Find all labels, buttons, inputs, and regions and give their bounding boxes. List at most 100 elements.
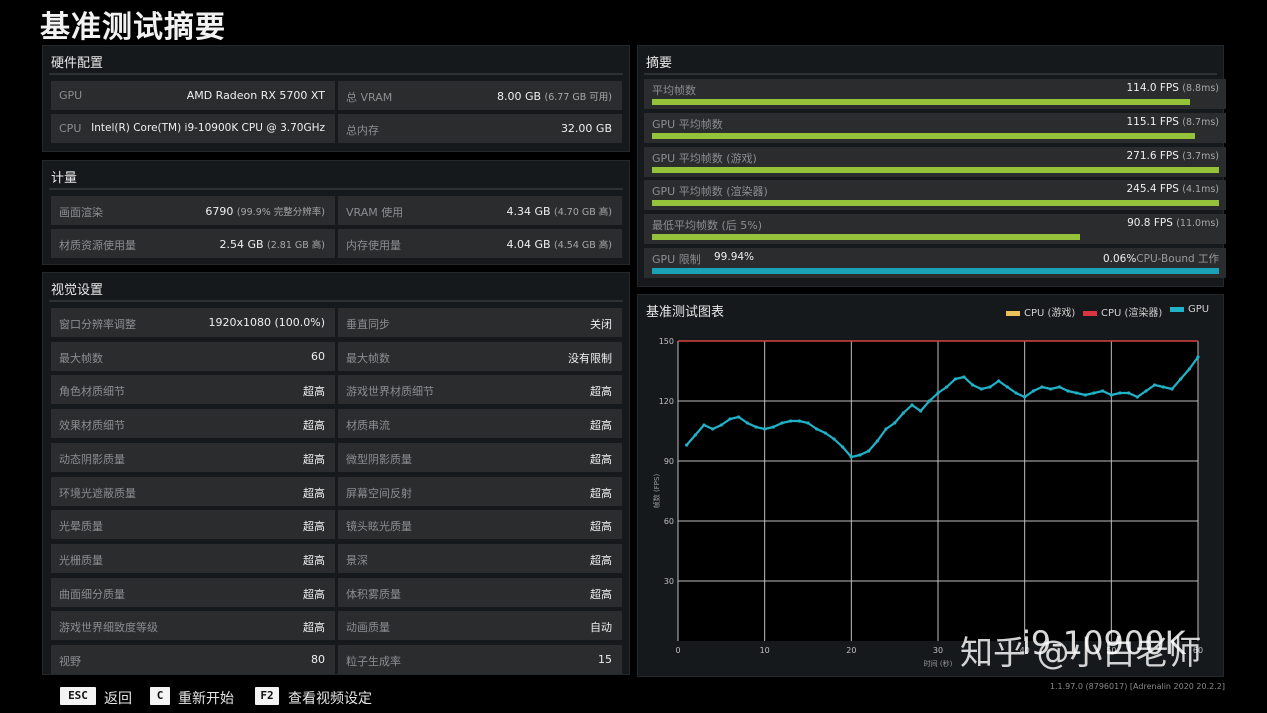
summary-bar-track bbox=[652, 200, 1219, 207]
gpu-data-point bbox=[1101, 389, 1105, 393]
view-video-settings-button[interactable]: 查看视频设定 bbox=[288, 688, 372, 708]
gpu-limit-pct: 99.94% bbox=[714, 251, 755, 263]
gpu-data-point bbox=[1031, 389, 1035, 393]
gpu-data-point bbox=[1057, 385, 1061, 389]
vram-usage-sub: (4.70 GB 高) bbox=[554, 207, 612, 218]
y-axis-label: 帧数 (FPS) bbox=[652, 474, 661, 509]
setting-row: 微型阴影质量 超高 bbox=[338, 442, 622, 472]
memory-usage-sub: (4.54 GB 高) bbox=[554, 240, 612, 251]
watermark-overlay: i9-10900K bbox=[1022, 624, 1186, 662]
gpu-limit-row: GPU 限制 99.94% 0.06%CPU-Bound 工作 bbox=[644, 248, 1226, 278]
render-label: 画面渲染 bbox=[59, 206, 103, 219]
vram-usage-cell: VRAM 使用 4.34 GB (4.70 GB 高) bbox=[338, 196, 622, 225]
setting-row: 光栅质量 超高 bbox=[51, 543, 335, 573]
summary-panel: 摘要 平均帧数 114.0 FPS (8.8ms) GPU 平均帧数 115.1 FP… bbox=[637, 45, 1226, 287]
summary-bar-fill bbox=[652, 200, 1219, 207]
summary-value-group: 114.0 FPS (8.8ms) bbox=[1126, 82, 1219, 94]
summary-bar-track bbox=[652, 234, 1219, 241]
summary-bar-track bbox=[652, 99, 1219, 105]
setting-label: 屏幕空间反射 bbox=[346, 486, 412, 500]
back-button[interactable]: 返回 bbox=[104, 688, 132, 708]
setting-label: 景深 bbox=[346, 553, 368, 567]
gpu-data-point bbox=[693, 433, 697, 437]
vram-sub: (6.77 GB 可用) bbox=[544, 92, 612, 103]
gpu-data-point bbox=[910, 403, 914, 407]
gpu-data-point bbox=[1049, 387, 1053, 391]
setting-label: 动画质量 bbox=[346, 621, 390, 635]
setting-value: 超高 bbox=[590, 553, 612, 567]
summary-value-group: 115.1 FPS (8.7ms) bbox=[1126, 116, 1219, 128]
setting-row: 曲面细分质量 超高 bbox=[51, 577, 335, 607]
summary-sub: (4.1ms) bbox=[1182, 184, 1219, 196]
gpu-data-point bbox=[1005, 385, 1009, 389]
summary-value: 115.1 FPS bbox=[1126, 115, 1179, 128]
gpu-data-point bbox=[1023, 395, 1027, 399]
gpu-data-point bbox=[1144, 389, 1148, 393]
gpu-data-point bbox=[867, 449, 871, 453]
chart-title: 基准测试图表 bbox=[646, 305, 725, 320]
gpu-data-point bbox=[780, 421, 784, 425]
x-tick-label: 20 bbox=[846, 646, 856, 655]
f2-key[interactable]: F2 bbox=[255, 687, 279, 705]
setting-label: 游戏世界细致度等级 bbox=[59, 621, 158, 635]
x-tick-label: 0 bbox=[675, 646, 680, 655]
gpu-data-point bbox=[832, 437, 836, 441]
summary-bar-fill bbox=[652, 166, 1219, 173]
esc-key[interactable]: ESC bbox=[60, 687, 96, 705]
gpu-data-point bbox=[789, 419, 793, 423]
c-key[interactable]: C bbox=[150, 687, 170, 705]
gpu-data-point bbox=[1153, 383, 1157, 387]
setting-label: 垂直同步 bbox=[346, 318, 390, 331]
gpu-data-point bbox=[1196, 355, 1200, 359]
memory-usage-label: 内存使用量 bbox=[346, 239, 401, 252]
summary-value: 90.8 FPS bbox=[1127, 217, 1173, 230]
setting-label: 最大帧数 bbox=[59, 351, 103, 365]
gpu-data-point bbox=[988, 385, 992, 389]
vram-value: 8.00 GB bbox=[496, 90, 542, 103]
gpu-data-point bbox=[927, 399, 931, 403]
setting-label: 效果材质细节 bbox=[59, 419, 125, 433]
y-tick-label: 150 bbox=[659, 337, 674, 346]
setting-label: 环境光遮蔽质量 bbox=[59, 486, 136, 500]
summary-label: 平均帧数 bbox=[652, 84, 696, 97]
summary-row: GPU 平均帧数 115.1 FPS (8.7ms) bbox=[644, 112, 1226, 143]
restart-button[interactable]: 重新开始 bbox=[178, 688, 234, 708]
setting-row: 镜头眩光质量 超高 bbox=[338, 510, 622, 540]
gpu-data-point bbox=[1187, 367, 1191, 371]
gpu-data-point bbox=[815, 427, 819, 431]
setting-value: 超高 bbox=[303, 621, 325, 635]
setting-value: 没有限制 bbox=[568, 351, 612, 365]
gpu-label: GPU bbox=[59, 89, 83, 102]
summary-title: 摘要 bbox=[646, 56, 673, 71]
cpu-cell: CPU Intel(R) Core(TM) i9-10900K CPU @ 3.… bbox=[51, 114, 335, 143]
gpu-limit-label: GPU 限制 bbox=[652, 253, 701, 266]
setting-row: 游戏世界材质细节 超高 bbox=[338, 375, 622, 405]
setting-row: 动态阴影质量 超高 bbox=[51, 442, 335, 472]
gpu-cell: GPU AMD Radeon RX 5700 XT bbox=[51, 81, 335, 110]
vram-usage-value-group: 4.34 GB (4.70 GB 高) bbox=[506, 204, 612, 218]
summary-bar-fill bbox=[652, 132, 1195, 139]
setting-value: 60 bbox=[311, 349, 325, 363]
cpu-limit-pct: 0.06% bbox=[1102, 253, 1137, 265]
cpu-value: Intel(R) Core(TM) i9-10900K CPU @ 3.70GH… bbox=[91, 122, 325, 134]
setting-row: 最大帧数 没有限制 bbox=[338, 341, 622, 371]
benchmark-chart: 0 10 20 30 40 50 60306090120150帧数 (FPS)时间 (秒) bbox=[652, 337, 1203, 668]
texture-usage-sub: (2.81 GB 高) bbox=[267, 240, 325, 251]
vram-usage-label: VRAM 使用 bbox=[346, 206, 404, 219]
summary-sub: (8.7ms) bbox=[1182, 116, 1219, 128]
gpu-data-point bbox=[979, 387, 983, 391]
y-tick-label: 120 bbox=[659, 397, 674, 406]
summary-bar-fill bbox=[652, 234, 1081, 241]
setting-label: 最大帧数 bbox=[346, 351, 390, 365]
panel-divider bbox=[49, 73, 623, 75]
summary-value: 114.0 FPS bbox=[1126, 82, 1179, 94]
page-title: 基准测试摘要 bbox=[40, 10, 226, 45]
legend-label: CPU (游戏) bbox=[1024, 308, 1076, 319]
setting-value: 超高 bbox=[303, 520, 325, 534]
gpu-data-point bbox=[1083, 393, 1087, 397]
gpu-data-point bbox=[1135, 395, 1139, 399]
ram-value: 32.00 GB bbox=[560, 122, 612, 135]
setting-value: 超高 bbox=[303, 385, 325, 399]
legend-swatch bbox=[1083, 310, 1097, 316]
gpu-data-point bbox=[702, 423, 706, 427]
